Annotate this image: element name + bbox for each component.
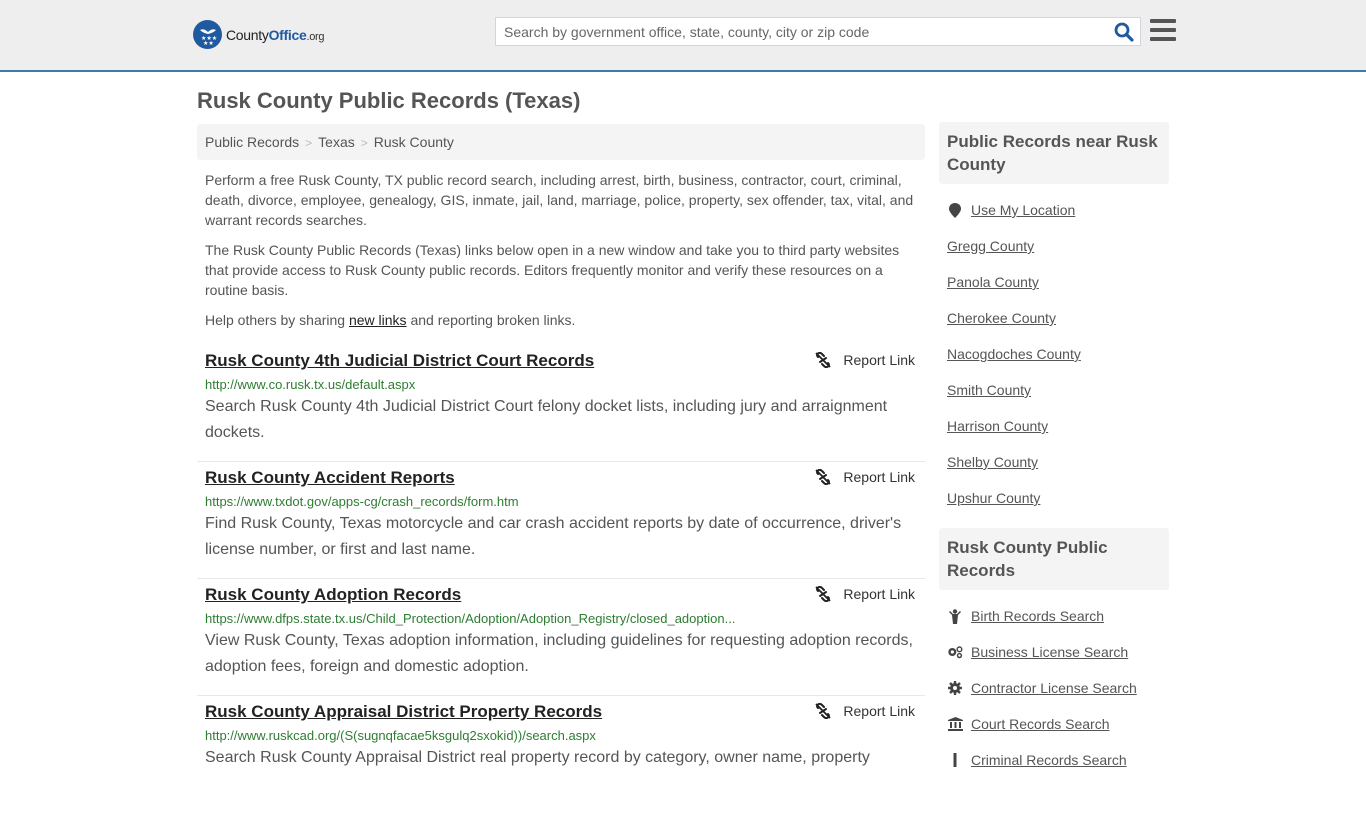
sidebar-county-item: Smith County <box>947 372 1161 408</box>
county-records-list: Birth Records Search Business License Se… <box>939 590 1169 778</box>
sidebar-county-item: Harrison County <box>947 408 1161 444</box>
svg-text:★★: ★★ <box>203 40 214 46</box>
county-link[interactable]: Shelby County <box>947 454 1038 470</box>
page-title: Rusk County Public Records (Texas) <box>197 88 581 113</box>
breadcrumb-texas[interactable]: Texas <box>318 134 355 150</box>
county-link[interactable]: Smith County <box>947 382 1031 398</box>
record-url: https://www.dfps.state.tx.us/Child_Prote… <box>205 611 736 626</box>
county-link[interactable]: Gregg County <box>947 238 1034 254</box>
report-link-button[interactable]: Report Link <box>815 703 915 719</box>
nearby-records-heading: Public Records near Rusk County <box>939 122 1169 184</box>
county-link[interactable]: Panola County <box>947 274 1039 290</box>
sidebar-record-item: Contractor License Search <box>947 670 1161 706</box>
record-title-link[interactable]: Rusk County 4th Judicial District Court … <box>205 351 594 371</box>
nearby-counties-list: Use My Location Gregg County Panola Coun… <box>939 184 1169 516</box>
use-my-location-item: Use My Location <box>947 192 1161 228</box>
breadcrumb-public-records[interactable]: Public Records <box>205 134 299 150</box>
breadcrumb-separator: > <box>360 136 368 150</box>
gear-icon <box>947 680 963 696</box>
record-title-link[interactable]: Rusk County Adoption Records <box>205 585 461 605</box>
county-records-heading: Rusk County Public Records <box>939 528 1169 590</box>
record-url: http://www.ruskcad.org/(S(sugnqfacae5ksg… <box>205 728 596 743</box>
record-title-link[interactable]: Rusk County Appraisal District Property … <box>205 702 602 722</box>
sidebar: Public Records near Rusk County Use My L… <box>939 122 1169 778</box>
county-link[interactable]: Upshur County <box>947 490 1040 506</box>
criminal-records-link[interactable]: Criminal Records Search <box>971 752 1127 768</box>
birth-records-link[interactable]: Birth Records Search <box>971 608 1104 624</box>
sidebar-county-item: Shelby County <box>947 444 1161 480</box>
sidebar-record-item: Criminal Records Search <box>947 742 1161 778</box>
court-records-link[interactable]: Court Records Search <box>971 716 1110 732</box>
broken-link-icon <box>815 352 832 368</box>
report-link-button[interactable]: Report Link <box>815 469 915 485</box>
contractor-license-link[interactable]: Contractor License Search <box>971 680 1137 696</box>
logo-text: CountyOffice.org <box>226 26 325 43</box>
sidebar-record-item: Birth Records Search <box>947 598 1161 634</box>
county-link[interactable]: Cherokee County <box>947 310 1056 326</box>
criminal-icon <box>947 752 963 768</box>
intro-text: Perform a free Rusk County, TX public re… <box>205 170 920 340</box>
sidebar-county-item: Gregg County <box>947 228 1161 264</box>
county-link[interactable]: Harrison County <box>947 418 1048 434</box>
record-item: Rusk County Appraisal District Property … <box>197 696 925 813</box>
record-description: View Rusk County, Texas adoption informa… <box>205 632 913 675</box>
hamburger-menu-icon[interactable] <box>1150 19 1176 43</box>
search-icon <box>1114 22 1134 42</box>
record-item: Rusk County 4th Judicial District Court … <box>197 345 925 462</box>
sidebar-county-item: Nacogdoches County <box>947 336 1161 372</box>
search-bar <box>495 17 1141 46</box>
business-license-link[interactable]: Business License Search <box>971 644 1128 660</box>
report-link-button[interactable]: Report Link <box>815 352 915 368</box>
sidebar-county-item: Panola County <box>947 264 1161 300</box>
record-description: Find Rusk County, Texas motorcycle and c… <box>205 515 902 558</box>
gears-icon <box>947 644 963 660</box>
record-description: Search Rusk County 4th Judicial District… <box>205 398 888 441</box>
record-url: https://www.txdot.gov/apps-cg/crash_reco… <box>205 494 519 509</box>
courthouse-icon <box>947 716 963 732</box>
county-link[interactable]: Nacogdoches County <box>947 346 1081 362</box>
records-list: Rusk County 4th Judicial District Court … <box>197 345 925 813</box>
sidebar-county-item: Upshur County <box>947 480 1161 516</box>
sidebar-record-item: Court Records Search <box>947 706 1161 742</box>
record-title-link[interactable]: Rusk County Accident Reports <box>205 468 455 488</box>
report-link-button[interactable]: Report Link <box>815 586 915 602</box>
breadcrumb: Public Records > Texas > Rusk County <box>197 124 925 160</box>
broken-link-icon <box>815 586 832 602</box>
site-header: ★★★ ★★ CountyOffice.org <box>0 0 1366 72</box>
sidebar-county-item: Cherokee County <box>947 300 1161 336</box>
intro-paragraph: The Rusk County Public Records (Texas) l… <box>205 242 900 298</box>
child-icon <box>947 608 963 624</box>
record-item: Rusk County Accident Reports Report Link… <box>197 462 925 579</box>
site-logo[interactable]: ★★★ ★★ CountyOffice.org <box>193 20 325 49</box>
broken-link-icon <box>815 469 832 485</box>
map-marker-icon <box>947 202 963 218</box>
search-input[interactable] <box>496 18 1096 45</box>
use-my-location-link[interactable]: Use My Location <box>971 202 1075 218</box>
intro-paragraph: Perform a free Rusk County, TX public re… <box>205 172 914 228</box>
record-item: Rusk County Adoption Records Report Link… <box>197 579 925 696</box>
search-button[interactable] <box>1114 22 1134 42</box>
breadcrumb-current: Rusk County <box>373 134 454 150</box>
broken-link-icon <box>815 703 832 719</box>
sidebar-record-item: Business License Search <box>947 634 1161 670</box>
breadcrumb-separator: > <box>305 136 313 150</box>
record-description: Search Rusk County Appraisal District re… <box>205 749 870 766</box>
record-url: http://www.co.rusk.tx.us/default.aspx <box>205 377 416 392</box>
new-links-link[interactable]: new links <box>349 312 407 328</box>
eagle-stars-icon: ★★★ ★★ <box>193 20 222 49</box>
share-links-paragraph: Help others by sharing new links and rep… <box>205 312 576 328</box>
